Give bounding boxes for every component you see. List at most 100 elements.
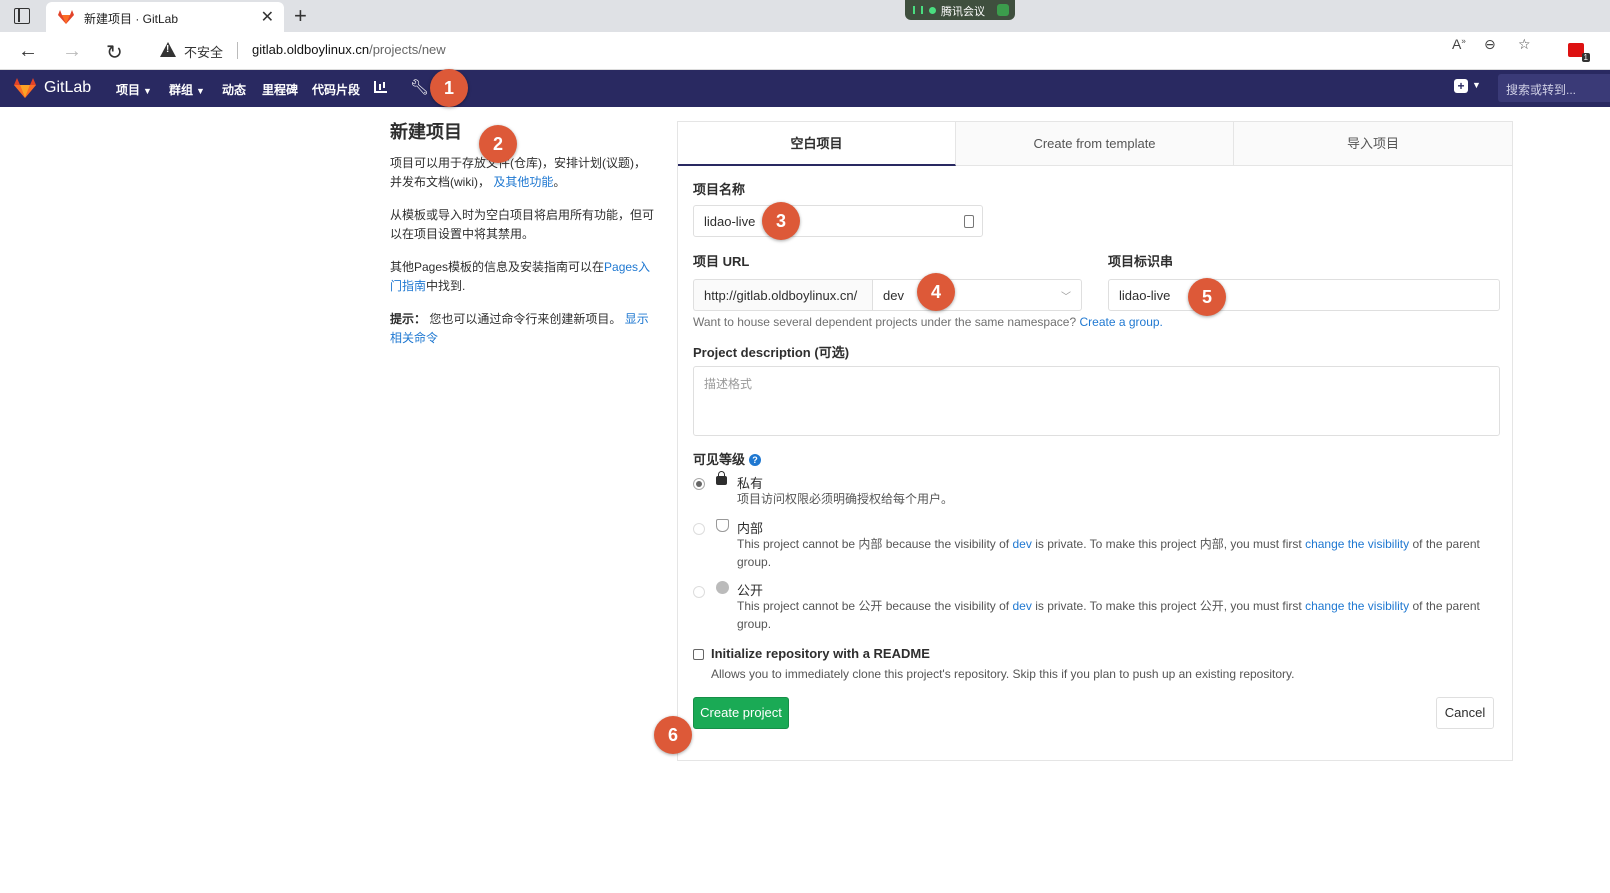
wrench-icon[interactable]: 🔧︎ [410, 78, 429, 96]
visibility-internal-desc: This project cannot be 内部 because the vi… [737, 535, 1497, 571]
info-text-3: 其他Pages模板的信息及安装指南可以在 [390, 260, 605, 274]
internal-desc-b: is private. To make this project 内部, you… [1035, 537, 1302, 551]
url-prefix: http://gitlab.oldboylinux.cn/ [693, 279, 872, 311]
annotation-marker-1: 1 [430, 69, 468, 107]
internal-desc-a: This project cannot be 内部 because the vi… [737, 537, 1010, 551]
meeting-indicator[interactable]: 腾讯会议 [905, 0, 1015, 20]
nav-groups-label: 群组 [169, 83, 194, 97]
password-manager-icon[interactable] [964, 215, 974, 228]
annotation-marker-6: 6 [654, 716, 692, 754]
project-url-label: 项目 URL [693, 254, 750, 269]
help-icon[interactable]: ? [749, 454, 762, 466]
url-path: /projects/new [369, 42, 446, 57]
namespace-select[interactable]: dev ﹀ [872, 279, 1082, 311]
visibility-private-radio[interactable] [693, 478, 705, 490]
new-tab-button[interactable]: + [294, 3, 307, 29]
readme-label[interactable]: Initialize repository with a README [711, 646, 930, 661]
public-dev-link[interactable]: dev [1012, 599, 1031, 613]
project-slug-label: 项目标识串 [1108, 254, 1174, 269]
chevron-down-icon[interactable]: ▼ [1472, 80, 1481, 90]
tab-import-project[interactable]: 导入项目 [1234, 122, 1512, 166]
warning-icon[interactable] [160, 42, 176, 57]
signal-icon [913, 6, 923, 14]
chart-icon[interactable] [374, 81, 387, 93]
lock-icon [716, 471, 727, 485]
create-group-link[interactable]: Create a group. [1079, 315, 1162, 329]
project-slug-value: lidao-live [1119, 288, 1171, 303]
nav-activity[interactable]: 动态 [222, 81, 246, 98]
internal-change-visibility-link[interactable]: change the visibility [1305, 537, 1409, 551]
gitlab-logo-icon[interactable] [14, 78, 36, 98]
gitlab-brand[interactable]: GitLab [44, 79, 91, 97]
other-features-link[interactable]: 及其他功能 [493, 175, 553, 189]
url-field[interactable]: gitlab.oldboylinux.cn/projects/new [252, 42, 446, 57]
project-tabs: 空白项目 Create from template 导入项目 [678, 122, 1512, 166]
nav-snippets[interactable]: 代码片段 [312, 81, 360, 98]
public-desc-a: This project cannot be 公开 because the vi… [737, 599, 1010, 613]
info-paragraph-4: 提示： 您也可以通过命令行来创建新项目。 显示相关命令 [390, 310, 654, 348]
project-slug-field[interactable]: lidao-live [1108, 279, 1500, 311]
visibility-label-text: 可见等级 [693, 452, 746, 467]
gitlab-navbar: GitLab 项目 ▼ 群组 ▼ 动态 里程碑 代码片段 🔧︎ + ▼ 搜索或转到.… [0, 70, 1610, 107]
description-textarea[interactable]: 描述格式 [693, 366, 1500, 436]
new-project-panel: 空白项目 Create from template 导入项目 项目名称 lida… [677, 121, 1513, 761]
tip-text: 您也可以通过命令行来创建新项目。 [429, 312, 622, 326]
nav-projects-label: 项目 [116, 83, 141, 97]
project-name-value: lidao-live [704, 214, 756, 229]
browser-tab[interactable]: 新建项目 · GitLab ✕ [46, 2, 284, 32]
internal-dev-link[interactable]: dev [1012, 537, 1031, 551]
gitlab-favicon-icon [58, 10, 74, 24]
left-info-column: 新建项目 项目可以用于存放文件(仓库)，安排计划(议题)，并发布文档(wiki)… [390, 118, 654, 362]
chevron-down-icon: ▼ [143, 86, 152, 96]
public-desc-b: is private. To make this project 公开, you… [1035, 599, 1302, 613]
extension-icon[interactable]: 1 [1568, 43, 1590, 62]
forward-arrow-icon[interactable]: → [62, 40, 82, 63]
nav-projects[interactable]: 项目 ▼ [116, 81, 152, 98]
extension-badge-count: 1 [1581, 53, 1590, 62]
annotation-marker-2: 2 [479, 125, 517, 163]
speaker-icon [997, 4, 1009, 16]
tab-create-from-template[interactable]: Create from template [956, 122, 1234, 166]
public-change-visibility-link[interactable]: change the visibility [1305, 599, 1409, 613]
readme-checkbox[interactable] [693, 649, 704, 660]
plus-icon[interactable]: + [1454, 79, 1468, 93]
visibility-public-radio[interactable] [693, 586, 705, 598]
favorites-icon[interactable]: ☆ [1518, 36, 1531, 53]
address-bar: ← → ↻ 不安全 gitlab.oldboylinux.cn/projects… [0, 32, 1610, 70]
description-label: Project description (可选) [693, 345, 850, 360]
address-separator [237, 42, 238, 59]
insecure-label[interactable]: 不安全 [184, 42, 223, 61]
tip-label: 提示： [390, 312, 427, 326]
search-input[interactable]: 搜索或转到... [1498, 74, 1610, 102]
cancel-button[interactable]: Cancel [1436, 697, 1494, 729]
info-text-3-end: 中找到. [426, 279, 466, 293]
nav-milestones[interactable]: 里程碑 [262, 81, 298, 98]
page-title: 新建项目 [390, 122, 462, 142]
close-tab-icon[interactable]: ✕ [261, 7, 274, 27]
zoom-icon[interactable]: ⊖ [1484, 36, 1496, 53]
nav-groups[interactable]: 群组 ▼ [169, 81, 205, 98]
namespace-value: dev [883, 288, 904, 303]
visibility-internal-radio[interactable] [693, 523, 705, 535]
create-project-button[interactable]: Create project [693, 697, 789, 729]
tab-blank-project[interactable]: 空白项目 [678, 122, 956, 166]
globe-icon [716, 581, 729, 594]
project-name-field[interactable]: lidao-live [693, 205, 983, 237]
read-aloud-icon[interactable]: A» [1452, 36, 1466, 52]
tab-actions-icon[interactable] [14, 8, 30, 24]
chevron-down-icon: ﹀ [1061, 292, 1071, 303]
back-arrow-icon[interactable]: ← [18, 40, 38, 63]
visibility-public-desc: This project cannot be 公开 because the vi… [737, 597, 1497, 633]
annotation-marker-4: 4 [917, 273, 955, 311]
project-name-label: 项目名称 [693, 182, 746, 197]
readme-desc: Allows you to immediately clone this pro… [711, 667, 1295, 681]
chevron-down-icon: ▼ [196, 86, 205, 96]
info-paragraph-2: 从模板或导入时为空白项目将启用所有功能，但可以在项目设置中将其禁用。 [390, 208, 655, 241]
group-hint: Want to house several dependent projects… [693, 315, 1163, 329]
info-paragraph-1: 项目可以用于存放文件(仓库)，安排计划(议题)，并发布文档(wiki)， 及其他… [390, 154, 654, 192]
meeting-label: 腾讯会议 [941, 6, 985, 18]
group-hint-text: Want to house several dependent projects… [693, 315, 1077, 329]
info-paragraph-3: 其他Pages模板的信息及安装指南可以在Pages入门指南中找到. [390, 258, 654, 296]
reload-icon[interactable]: ↻ [106, 40, 123, 65]
visibility-label: 可见等级? [693, 449, 762, 468]
